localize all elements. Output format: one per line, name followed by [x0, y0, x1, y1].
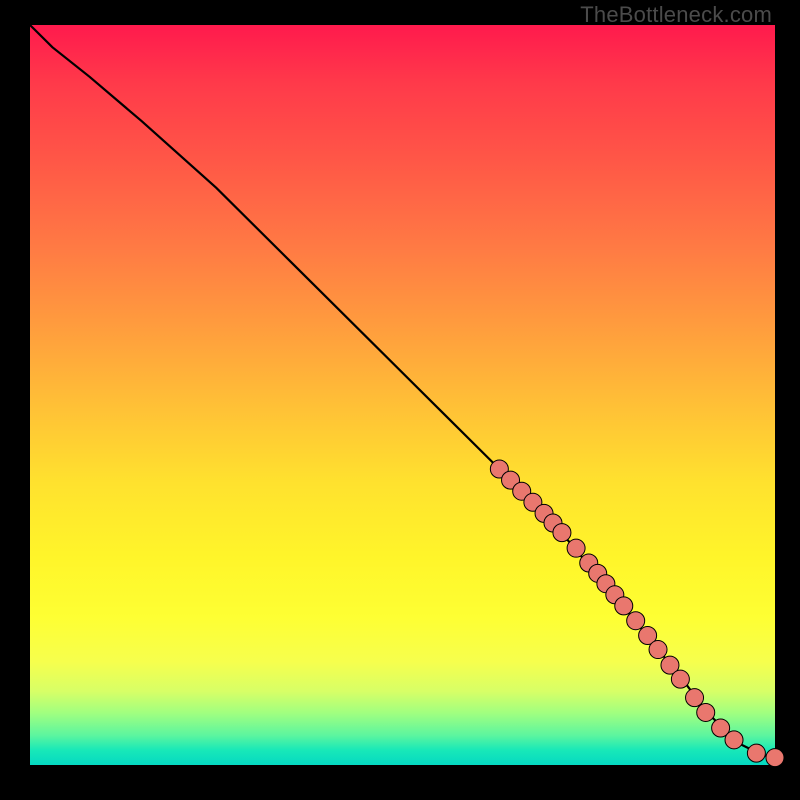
data-marker	[766, 749, 784, 767]
data-marker	[686, 689, 704, 707]
data-marker	[615, 597, 633, 615]
data-marker	[627, 612, 645, 630]
marker-layer	[490, 460, 784, 767]
data-marker	[671, 670, 689, 688]
data-marker	[697, 703, 715, 721]
watermark-text: TheBottleneck.com	[580, 2, 772, 28]
chart-frame: TheBottleneck.com	[0, 0, 800, 800]
plot-area	[30, 25, 775, 765]
chart-svg	[30, 25, 775, 765]
data-marker	[649, 641, 667, 659]
data-marker	[725, 731, 743, 749]
data-marker	[553, 524, 571, 542]
data-marker	[567, 539, 585, 557]
data-marker	[747, 744, 765, 762]
